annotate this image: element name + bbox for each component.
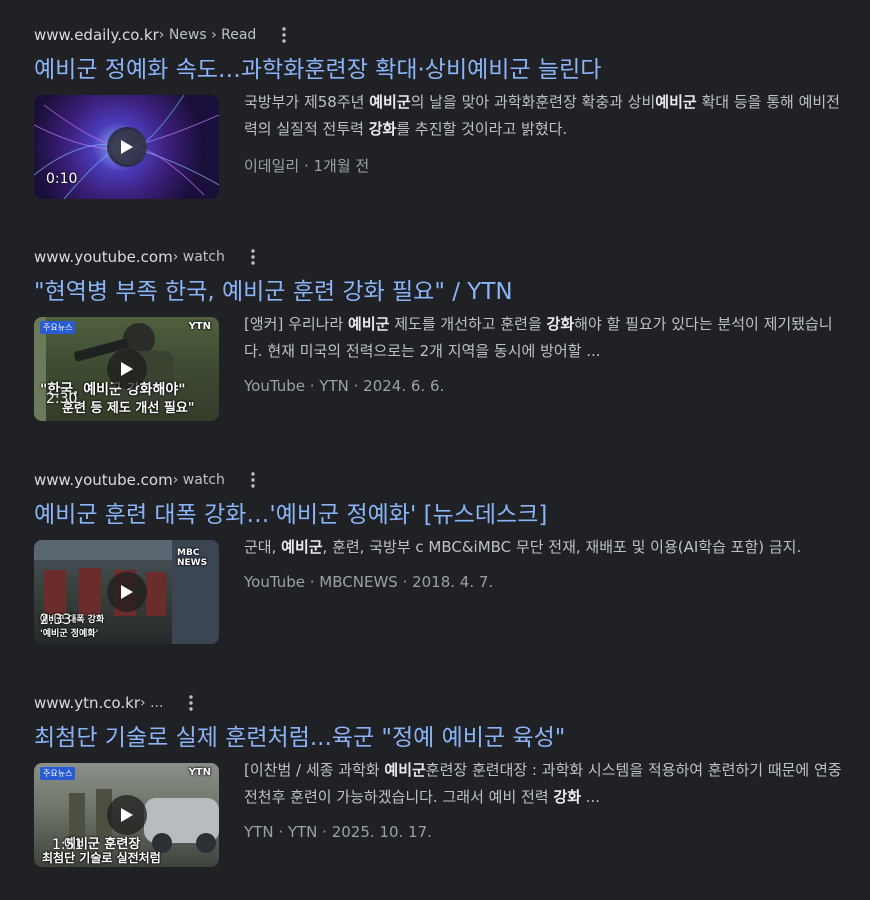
result-meta: YTN · YTN · 2025. 10. 17. — [244, 823, 432, 841]
search-result: www.youtube.com › watch "현역병 부족 한국, 예비군 … — [34, 247, 844, 421]
result-site: www.youtube.com — [34, 471, 173, 489]
result-title[interactable]: 예비군 정예화 속도…과학화훈련장 확대·상비예비군 늘린다 — [34, 55, 844, 85]
video-thumbnail[interactable]: MBC NEWS 예비군 대폭 강화 '예비군 정예화' 2:33 — [34, 540, 219, 644]
snippet-highlight: 예비군 — [384, 761, 426, 779]
result-body: 주요뉴스 YTN 예비군 훈련장 최첨단 기술로 실전처럼 1:51 [이찬범 … — [34, 761, 844, 867]
search-result: www.youtube.com › watch 예비군 훈련 대폭 강화…'예비… — [34, 470, 844, 644]
snippet-text: 를 추진할 것이라고 밝혔다. — [396, 120, 568, 138]
result-breadcrumb: › watch — [172, 472, 225, 488]
result-info: [이찬범 / 세종 과학화 예비군훈련장 훈련대장 : 과학화 시스템을 적용하… — [244, 761, 844, 867]
result-url[interactable]: www.edaily.co.kr › News › Read — [34, 25, 844, 45]
result-site: www.youtube.com — [34, 248, 173, 266]
play-icon[interactable] — [107, 127, 147, 167]
result-title[interactable]: 최첨단 기술로 실제 훈련처럼...육군 "정예 예비군 육성" — [34, 723, 844, 753]
video-duration: 0:10 — [46, 171, 78, 187]
result-url[interactable]: www.ytn.co.kr › ... — [34, 693, 844, 713]
result-info: [앵커] 우리나라 예비군 제도를 개선하고 훈련을 강화해야 할 필요가 있다… — [244, 315, 844, 421]
play-icon[interactable] — [107, 349, 147, 389]
snippet-text: 군대, — [244, 538, 282, 556]
snippet-text: 제도를 개선하고 훈련을 — [389, 315, 547, 333]
result-info: 군대, 예비군, 훈련, 국방부 c MBC&iMBC 무단 전재, 재배포 및… — [244, 538, 844, 644]
snippet-highlight: 예비군 — [281, 538, 323, 556]
search-result: www.edaily.co.kr › News › Read 예비군 정예화 속… — [34, 25, 844, 199]
thumbnail-logo: YTN — [188, 767, 211, 778]
result-meta: YouTube · MBCNEWS · 2018. 4. 7. — [244, 573, 494, 591]
snippet-text: 국방부가 제58주년 — [244, 93, 370, 111]
result-title[interactable]: 예비군 훈련 대폭 강화…'예비군 정예화' [뉴스데스크] — [34, 500, 844, 530]
snippet-highlight: 강화 — [368, 120, 397, 138]
more-options-icon[interactable] — [243, 247, 263, 267]
result-meta: 이데일리 · 1개월 전 — [244, 157, 370, 175]
video-duration: 2:30 — [46, 391, 78, 407]
snippet-text: [이찬범 / 세종 과학화 — [244, 761, 385, 779]
result-info: 국방부가 제58주년 예비군의 날을 맞아 과학화훈련장 확충과 상비예비군 확… — [244, 93, 844, 199]
video-duration: 2:33 — [40, 612, 72, 628]
news-badge: 주요뉴스 — [40, 767, 76, 780]
result-body: 주요뉴스 YTN "한국, 예비군 강화해야" 훈련 등 제도 개선 필요" 2… — [34, 315, 844, 421]
snippet-highlight: 예비군 — [655, 93, 697, 111]
snippet-highlight: 예비군 — [348, 315, 390, 333]
result-breadcrumb: › News › Read — [158, 27, 257, 43]
video-thumbnail[interactable]: 0:10 — [34, 95, 219, 199]
result-url[interactable]: www.youtube.com › watch — [34, 247, 844, 267]
result-snippet: [이찬범 / 세종 과학화 예비군훈련장 훈련대장 : 과학화 시스템을 적용하… — [244, 757, 844, 811]
more-options-icon[interactable] — [243, 470, 263, 490]
thumbnail-logo: MBC NEWS — [177, 548, 208, 568]
more-options-icon[interactable] — [274, 25, 294, 45]
play-icon[interactable] — [107, 795, 147, 835]
result-site: www.ytn.co.kr — [34, 694, 141, 712]
snippet-highlight: 강화 — [553, 788, 581, 806]
result-snippet: 군대, 예비군, 훈련, 국방부 c MBC&iMBC 무단 전재, 재배포 및… — [244, 534, 844, 561]
result-body: MBC NEWS 예비군 대폭 강화 '예비군 정예화' 2:33 군대, 예비… — [34, 538, 844, 644]
search-result: www.ytn.co.kr › ... 최첨단 기술로 실제 훈련처럼...육군… — [34, 693, 844, 867]
result-snippet: 국방부가 제58주년 예비군의 날을 맞아 과학화훈련장 확충과 상비예비군 확… — [244, 89, 844, 143]
thumbnail-caption: 훈련 등 제도 개선 필요" — [62, 401, 195, 416]
result-title[interactable]: "현역병 부족 한국, 예비군 훈련 강화 필요" / YTN — [34, 277, 844, 307]
more-options-icon[interactable] — [181, 693, 201, 713]
snippet-text: [앵커] 우리나라 — [244, 315, 349, 333]
result-meta: YouTube · YTN · 2024. 6. 6. — [244, 377, 445, 395]
snippet-highlight: 예비군 — [369, 93, 411, 111]
snippet-text: ... — [581, 788, 601, 806]
result-body: 0:10 국방부가 제58주년 예비군의 날을 맞아 과학화훈련장 확충과 상비… — [34, 93, 844, 199]
result-breadcrumb: › watch — [172, 249, 225, 265]
snippet-text: 의 날을 맞아 과학화훈련장 확충과 상비 — [410, 93, 656, 111]
snippet-text: , 훈련, 국방부 c MBC&iMBC 무단 전재, 재배포 및 이용(AI학… — [322, 538, 802, 556]
video-thumbnail[interactable]: 주요뉴스 YTN 예비군 훈련장 최첨단 기술로 실전처럼 1:51 — [34, 763, 219, 867]
result-breadcrumb: › ... — [140, 695, 164, 711]
play-icon[interactable] — [107, 572, 147, 612]
result-site: www.edaily.co.kr — [34, 26, 159, 44]
video-duration: 1:51 — [52, 837, 84, 853]
snippet-highlight: 강화 — [546, 315, 575, 333]
news-badge: 주요뉴스 — [40, 321, 76, 334]
result-url[interactable]: www.youtube.com › watch — [34, 470, 844, 490]
video-thumbnail[interactable]: 주요뉴스 YTN "한국, 예비군 강화해야" 훈련 등 제도 개선 필요" 2… — [34, 317, 219, 421]
thumbnail-logo: YTN — [188, 321, 211, 332]
result-snippet: [앵커] 우리나라 예비군 제도를 개선하고 훈련을 강화해야 할 필요가 있다… — [244, 311, 844, 365]
